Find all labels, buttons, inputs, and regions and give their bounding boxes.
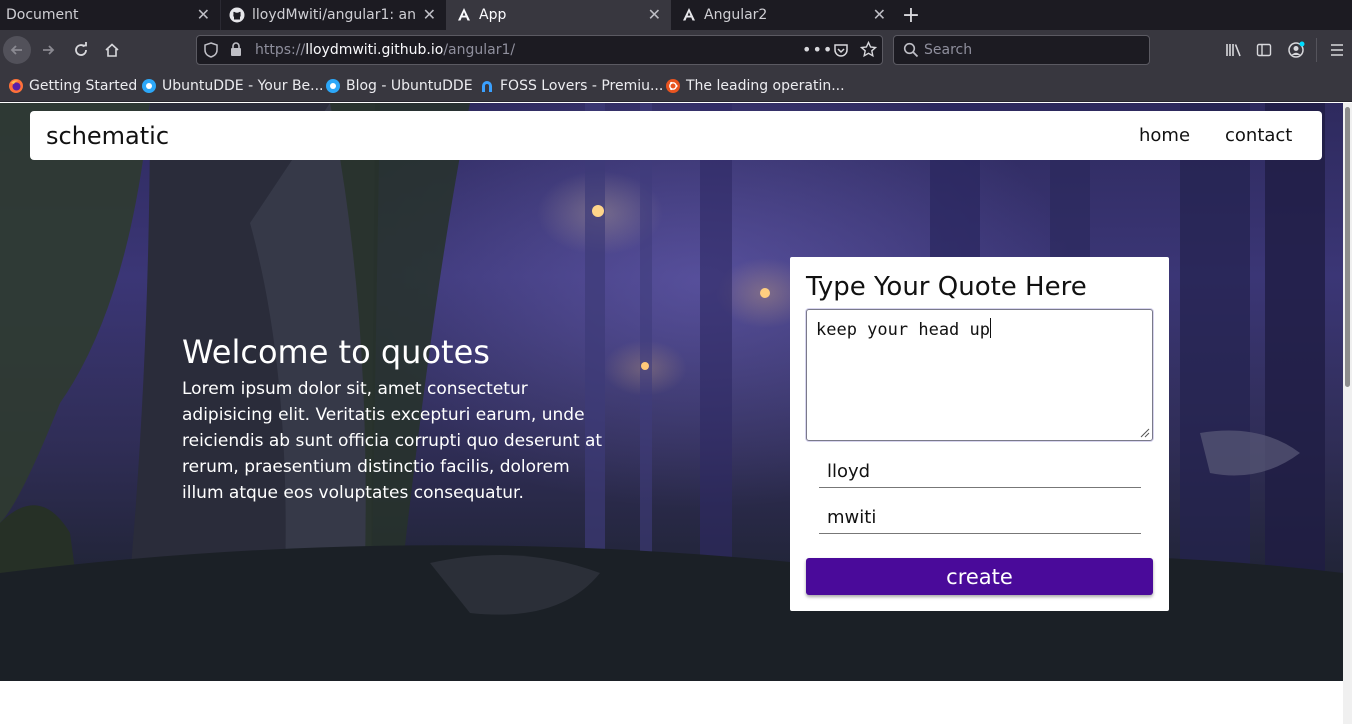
sidebar-icon[interactable] bbox=[1250, 36, 1278, 64]
create-button[interactable]: create bbox=[806, 558, 1153, 595]
first-name-input[interactable]: lloyd bbox=[819, 458, 1141, 488]
search-input[interactable]: Search bbox=[924, 42, 972, 58]
nav-link-home[interactable]: home bbox=[1139, 125, 1190, 146]
scrollbar-thumb[interactable] bbox=[1345, 107, 1350, 387]
bookmark-label: Blog - UbuntuDDE bbox=[346, 78, 473, 94]
bookmark-label: UbuntuDDE - Your Be... bbox=[162, 78, 324, 94]
pocket-icon[interactable] bbox=[833, 42, 849, 62]
bookmark-getting-started[interactable]: Getting Started bbox=[8, 76, 137, 96]
close-tab-icon[interactable]: ✕ bbox=[873, 5, 886, 25]
hamburger-menu-icon[interactable] bbox=[1323, 36, 1351, 64]
page-scrollbar[interactable] bbox=[1343, 103, 1352, 724]
back-button[interactable] bbox=[3, 36, 31, 64]
tab-document[interactable]: Document ✕ bbox=[0, 0, 220, 30]
tab-label: Angular2 bbox=[704, 7, 768, 23]
account-icon[interactable] bbox=[1282, 36, 1310, 64]
tab-label: App bbox=[479, 7, 507, 23]
navigation-toolbar: https://lloydmwiti.github.io/angular1/ •… bbox=[0, 30, 1352, 70]
angular-icon bbox=[456, 7, 472, 23]
tab-app[interactable]: App ✕ bbox=[446, 0, 671, 30]
quote-text-value: keep your head up bbox=[816, 320, 990, 340]
url-text[interactable]: https://lloydmwiti.github.io/angular1/ bbox=[255, 42, 515, 58]
text-caret bbox=[990, 318, 991, 338]
bookmark-label: Getting Started bbox=[29, 78, 138, 94]
shield-icon[interactable] bbox=[204, 42, 218, 62]
bookmark-ubuntudde[interactable]: UbuntuDDE - Your Be... bbox=[141, 76, 324, 96]
bookmark-blog-ubuntudde[interactable]: Blog - UbuntuDDE bbox=[325, 76, 473, 96]
close-tab-icon[interactable]: ✕ bbox=[648, 5, 661, 25]
tab-github[interactable]: lloydMwiti/angular1: angular ✕ bbox=[221, 0, 446, 30]
url-scheme: https:// bbox=[255, 42, 306, 58]
github-icon bbox=[229, 7, 245, 23]
tab-label: Document bbox=[6, 7, 79, 23]
reload-icon[interactable] bbox=[67, 36, 95, 64]
firefox-icon bbox=[8, 78, 24, 94]
back-arrow-icon bbox=[3, 36, 31, 64]
tab-label: lloydMwiti/angular1: angular bbox=[252, 7, 416, 23]
toolbar-divider bbox=[1316, 38, 1317, 62]
home-icon[interactable] bbox=[98, 36, 126, 64]
angular-icon bbox=[681, 7, 697, 23]
ubuntudde-icon bbox=[141, 78, 157, 94]
site-navbar: schematic home contact bbox=[30, 111, 1322, 160]
url-path: /angular1/ bbox=[443, 42, 516, 58]
foss-lovers-icon bbox=[479, 78, 495, 94]
quote-textarea[interactable]: keep your head up bbox=[806, 309, 1153, 441]
library-icon[interactable] bbox=[1220, 36, 1248, 64]
ubuntudde-icon bbox=[325, 78, 341, 94]
resize-handle-icon[interactable] bbox=[1140, 428, 1150, 438]
nav-link-contact[interactable]: contact bbox=[1225, 125, 1292, 146]
bookmark-star-icon[interactable] bbox=[859, 40, 878, 62]
bookmark-foss-lovers[interactable]: FOSS Lovers - Premiu... bbox=[479, 76, 663, 96]
hero-forest-background: schematic home contact Welcome to quotes… bbox=[0, 103, 1343, 681]
welcome-heading: Welcome to quotes bbox=[182, 333, 490, 371]
lock-icon[interactable] bbox=[230, 42, 242, 61]
new-tab-plus-icon[interactable]: + bbox=[896, 0, 926, 30]
forward-arrow-icon[interactable] bbox=[34, 36, 62, 64]
brand-logo-text[interactable]: schematic bbox=[46, 122, 169, 150]
ubuntu-icon bbox=[665, 78, 681, 94]
tab-angular2[interactable]: Angular2 ✕ bbox=[671, 0, 896, 30]
last-name-input[interactable]: mwiti bbox=[819, 504, 1141, 534]
search-bar[interactable]: Search bbox=[893, 35, 1150, 65]
page-actions-menu-icon[interactable]: ••• bbox=[802, 40, 833, 59]
bookmarks-toolbar: Getting Started UbuntuDDE - Your Be... B… bbox=[0, 70, 1352, 102]
bookmark-ubuntu[interactable]: The leading operatin... bbox=[665, 76, 845, 96]
url-host: lloydmwiti.github.io bbox=[305, 42, 444, 58]
welcome-paragraph: Lorem ipsum dolor sit, amet consectetur … bbox=[182, 379, 603, 503]
bookmark-label: FOSS Lovers - Premiu... bbox=[500, 78, 664, 94]
quote-form-title: Type Your Quote Here bbox=[806, 272, 1087, 302]
bookmark-label: The leading operatin... bbox=[686, 78, 845, 94]
address-bar[interactable]: https://lloydmwiti.github.io/angular1/ •… bbox=[196, 35, 883, 65]
tab-bar: Document ✕ lloydMwiti/angular1: angular … bbox=[0, 0, 1352, 30]
search-icon bbox=[903, 42, 919, 62]
page-viewport: schematic home contact Welcome to quotes… bbox=[0, 103, 1352, 724]
quote-form-card: Type Your Quote Here keep your head up l… bbox=[790, 257, 1169, 611]
close-tab-icon[interactable]: ✕ bbox=[423, 5, 436, 25]
close-tab-icon[interactable]: ✕ bbox=[197, 5, 210, 25]
